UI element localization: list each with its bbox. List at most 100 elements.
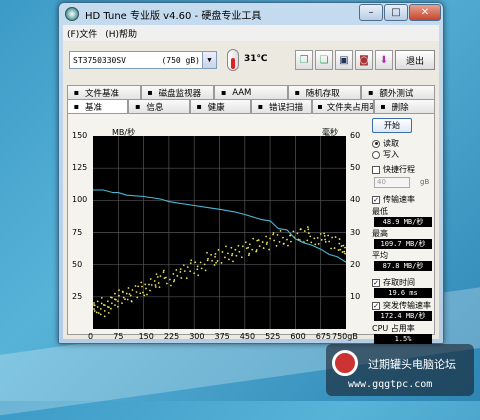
tab-folder-usage[interactable]: ▪ 文件夹占用率: [312, 99, 374, 113]
access-time-point: [257, 239, 260, 241]
tab-disk-monitor[interactable]: ▪ 磁盘监视器: [140, 85, 215, 99]
burst-rate-option[interactable]: ✓ 突发传输速率: [372, 300, 431, 311]
disk-monitor-icon: ▪: [147, 88, 153, 97]
x-tick-label: 375: [214, 332, 230, 341]
tab-label: 删除: [391, 102, 409, 113]
aam-speaker-icon: ▪: [220, 88, 227, 97]
access-time-point: [103, 304, 106, 307]
download-arrow-icon: ⬇: [379, 54, 389, 66]
tab-benchmark[interactable]: ▪ 基准: [67, 99, 129, 113]
access-time-point: [343, 250, 346, 253]
access-time-point: [292, 230, 295, 233]
access-time-point: [158, 286, 161, 289]
menu-help[interactable]: (H)帮助: [105, 27, 137, 40]
erase-icon: ▪: [380, 102, 386, 111]
access-time-point: [179, 268, 182, 270]
access-time-point: [110, 302, 113, 305]
cpu-label: CPU 占用率: [372, 324, 415, 333]
access-time-point: [247, 246, 250, 249]
benchmark-icon: ▪: [73, 102, 80, 111]
tab-health-cross[interactable]: ▪ 健康: [189, 99, 251, 113]
access-time-point: [157, 282, 160, 284]
burst-rate-checkbox[interactable]: ✓: [372, 301, 380, 310]
y2-tick-label: 50: [350, 163, 361, 173]
access-time-point: [166, 282, 168, 285]
access-time-point: [307, 232, 310, 234]
camera-button[interactable]: ◙: [355, 50, 373, 70]
drive-name: ST3750330SV: [73, 55, 126, 65]
transfer-rate-checkbox[interactable]: ✓: [372, 195, 380, 204]
tab-row-2: ▪ 基准 ▪ 信息 ▪ 健康 ▪ 错误扫描 ▪ 文件夹占用率 ▪ 删除: [67, 99, 435, 113]
read-radio[interactable]: [372, 139, 380, 148]
close-button[interactable]: ✕: [409, 4, 441, 21]
access-time-point: [118, 289, 120, 292]
exit-button[interactable]: 退出: [395, 50, 435, 70]
access-time-point: [244, 241, 247, 244]
access-time-point: [296, 232, 299, 235]
tab-error-scan[interactable]: ▪ 错误扫描: [250, 99, 313, 113]
benchmark-chart: [93, 136, 346, 329]
read-option[interactable]: 读取: [372, 138, 399, 149]
access-time-point: [129, 294, 132, 297]
y-tick-label: 100: [72, 195, 88, 205]
tab-erase[interactable]: ▪ 删除: [373, 99, 435, 113]
transfer-rate-option[interactable]: ✓ 传输速率: [372, 194, 415, 205]
access-time-point: [175, 269, 178, 271]
copy-results-button[interactable]: ❏: [315, 50, 333, 70]
short-stroke-unit: gB: [420, 178, 430, 186]
write-radio[interactable]: [372, 150, 380, 159]
access-time-point: [121, 302, 123, 305]
x-tick-label: 450: [239, 332, 256, 341]
x-tick-label: 150: [138, 332, 154, 341]
access-time-point: [103, 309, 106, 312]
minimize-icon: –: [368, 7, 374, 18]
access-time-point: [148, 283, 150, 286]
drive-select[interactable]: ST3750330SV (750 gB) ▼: [69, 51, 217, 69]
menu-file[interactable]: (F)文件: [67, 27, 97, 40]
copy-info-button[interactable]: ❐: [295, 50, 313, 70]
download-button[interactable]: ⬇: [375, 50, 393, 70]
forum-logo-icon: [332, 350, 358, 376]
access-time-point: [283, 242, 285, 245]
y-tick-label: 75: [72, 227, 83, 237]
access-time-point: [140, 281, 143, 284]
access-time-point: [196, 265, 199, 268]
start-button[interactable]: 开始: [372, 118, 412, 133]
short-stroke-option[interactable]: 快捷行程: [372, 164, 415, 175]
access-time-point: [176, 275, 179, 277]
drive-capacity: (750 gB): [161, 55, 200, 65]
access-time-point: [324, 238, 327, 241]
short-stroke-input[interactable]: 40: [374, 177, 410, 188]
access-time-point: [106, 300, 109, 303]
access-time-checkbox[interactable]: ✓: [372, 278, 380, 287]
access-time-point: [230, 246, 233, 249]
burst-rate-value: 172.4 MB/秒: [374, 311, 432, 321]
maximize-button[interactable]: □: [384, 4, 408, 21]
access-time-point: [248, 243, 251, 246]
minimize-button[interactable]: –: [359, 4, 383, 21]
chevron-down-icon[interactable]: ▼: [202, 52, 216, 68]
access-time-option[interactable]: ✓ 存取时间: [372, 277, 415, 288]
access-time-point: [136, 296, 139, 299]
access-time-point: [196, 268, 199, 271]
access-time-point: [149, 289, 151, 292]
y2-tick-label: 10: [350, 291, 361, 301]
access-time-point: [146, 293, 148, 296]
write-option[interactable]: 写入: [372, 149, 399, 160]
watermark-title: 过期罐头电脑论坛: [368, 358, 456, 371]
tab-aam-speaker[interactable]: ▪ AAM: [214, 85, 288, 99]
access-time-point: [313, 237, 316, 240]
tab-random-access[interactable]: ▪ 随机存取: [287, 85, 362, 99]
save-button[interactable]: ▣: [335, 50, 353, 70]
short-stroke-checkbox[interactable]: [372, 165, 380, 174]
tab-file-benchmark[interactable]: ▪ 文件基准: [67, 85, 141, 99]
tab-info[interactable]: ▪ 信息: [128, 99, 190, 113]
temperature-readout: 31℃: [244, 54, 268, 64]
access-time-point: [115, 298, 117, 301]
tab-extra-tests[interactable]: ▪ 额外测试: [361, 85, 435, 99]
access-time-point: [307, 228, 310, 231]
avg-value: 87.8 MB/秒: [374, 261, 432, 271]
access-time-point: [241, 245, 244, 248]
y2-tick-label: 40: [350, 195, 361, 205]
title-bar: HD Tune 专业版 v4.60 - 硬盘专业工具 – □ ✕: [59, 3, 443, 25]
